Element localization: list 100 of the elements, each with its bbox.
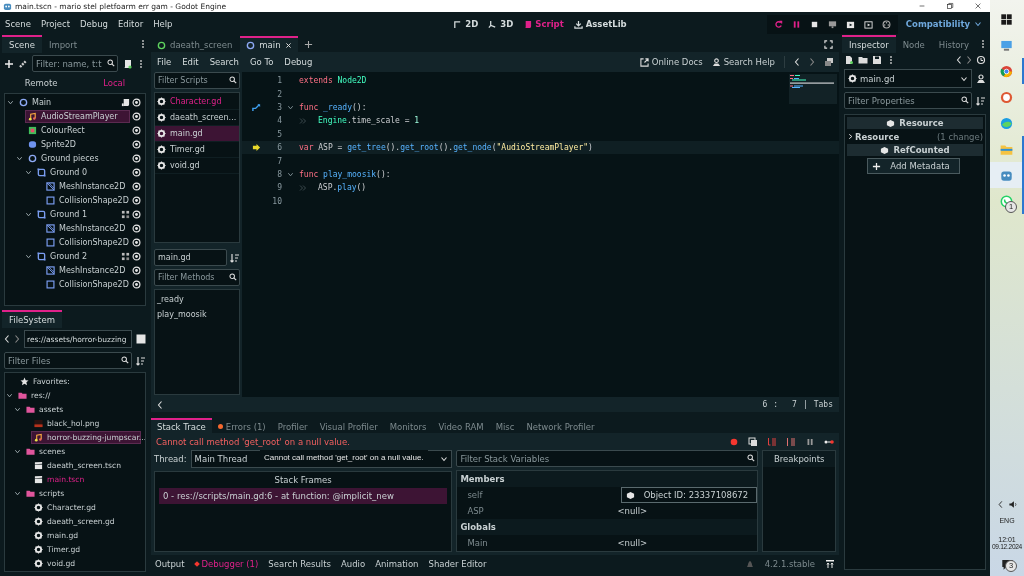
filter-field[interactable]: Filter Files (4, 352, 132, 369)
reload-icon[interactable] (773, 19, 783, 29)
movie-reel-icon[interactable] (881, 19, 891, 29)
tab[interactable]: Visual Profiler (313, 418, 384, 433)
caret-icon[interactable] (14, 405, 21, 413)
property-group[interactable]: Resource (1 change) (847, 131, 983, 142)
help-button[interactable]: Online Docs (639, 57, 703, 67)
workspace-tab[interactable]: 3D (488, 19, 514, 29)
method-item[interactable]: _ready (157, 292, 237, 307)
chevron-icon[interactable] (996, 500, 1004, 509)
bottom-tab[interactable]: Debugger (1) (194, 558, 259, 569)
workspace-tab[interactable]: 2D (453, 19, 479, 29)
link-icon[interactable] (18, 58, 28, 69)
tab[interactable]: daeath_screen (151, 36, 239, 52)
new-file-icon[interactable] (844, 55, 854, 65)
tree-item[interactable]: CollisionShape2D (43, 235, 130, 249)
tree-item[interactable]: Main (16, 95, 119, 109)
menu-item[interactable]: Edit (181, 55, 200, 69)
step-into-icon[interactable] (767, 436, 777, 447)
caret-icon[interactable] (14, 447, 21, 455)
tree-item[interactable]: Ground 0 (34, 165, 130, 179)
grid-icon[interactable] (121, 209, 130, 219)
menu-item[interactable]: Go To (248, 55, 275, 69)
tab[interactable]: Inspector (842, 35, 896, 53)
bottom-tab[interactable]: Output (155, 558, 185, 569)
back-icon[interactable] (956, 55, 962, 65)
collapse-icon[interactable] (157, 399, 163, 410)
tab[interactable]: Video RAM (432, 418, 490, 433)
caret-icon[interactable] (14, 489, 21, 497)
menu-item[interactable]: Debug (79, 17, 109, 31)
add-metadata-button[interactable]: Add Metadata (867, 158, 960, 174)
resource-dropdown[interactable]: main.gd (844, 69, 972, 88)
add-icon[interactable] (4, 58, 14, 69)
script-name-field[interactable]: main.gd (154, 249, 227, 266)
filter-field[interactable]: Filter: name, t:t (32, 55, 118, 72)
back-icon[interactable] (4, 334, 10, 344)
pin-panel-icon[interactable] (825, 558, 835, 569)
menu-item[interactable]: Help (152, 17, 174, 31)
caret-icon[interactable] (25, 168, 32, 176)
tree-item[interactable]: MeshInstance2D (43, 221, 130, 235)
fold-icon[interactable] (287, 103, 294, 111)
history-icon[interactable] (976, 55, 986, 65)
tab[interactable]: Misc (489, 418, 521, 433)
fullscreen-icon[interactable] (824, 39, 833, 49)
help-button[interactable]: Search Help (711, 57, 775, 67)
add-tab-icon[interactable] (303, 39, 313, 49)
filter-field[interactable]: Filter Methods (154, 269, 240, 286)
tree-item[interactable]: ColourRect (25, 123, 130, 137)
windows-icon[interactable] (824, 57, 834, 67)
monitor-icon[interactable] (827, 19, 837, 29)
tree-item[interactable]: CollisionShape2D (43, 193, 130, 207)
pause-icon[interactable] (791, 19, 801, 29)
tab[interactable]: Profiler (271, 418, 314, 433)
save-icon[interactable] (872, 55, 882, 65)
object-button[interactable]: Object ID: 23337108672 (621, 487, 758, 503)
menu-item[interactable]: Scene (4, 17, 32, 31)
tab[interactable]: main (240, 36, 298, 52)
play-scene-icon[interactable] (845, 19, 855, 29)
script-item[interactable]: Character.gd (155, 94, 239, 110)
record-icon[interactable] (729, 436, 739, 447)
stack-frame[interactable]: 0 - res://scripts/main.gd:6 - at function: @implicit_new (159, 488, 448, 504)
forward-icon[interactable] (809, 57, 815, 67)
method-item[interactable]: play_moosik (157, 307, 237, 322)
script-item[interactable]: Timer.gd (155, 142, 239, 158)
tab[interactable]: Monitors (383, 418, 433, 433)
tree-item[interactable]: Sprite2D (25, 137, 130, 151)
speaker-icon[interactable] (1007, 500, 1018, 509)
menu-item[interactable]: File (156, 55, 173, 69)
mode-tab[interactable]: Local (93, 78, 136, 88)
tab[interactable]: Errors (1) (211, 418, 272, 433)
caret-icon[interactable] (25, 210, 32, 218)
folder-icon[interactable] (858, 55, 868, 65)
tab[interactable]: FileSystem (2, 310, 62, 328)
sort-icon[interactable] (976, 95, 986, 106)
forward-icon[interactable] (14, 334, 20, 344)
sort-icon[interactable] (136, 355, 146, 366)
play-custom-icon[interactable] (863, 19, 873, 29)
script-add-icon[interactable] (122, 58, 132, 69)
fold-icon[interactable] (287, 170, 294, 178)
help-search-icon[interactable] (976, 73, 986, 84)
tab[interactable]: Scene (2, 35, 42, 53)
caret-icon[interactable] (25, 252, 32, 260)
stop-icon[interactable] (809, 19, 819, 29)
copy-icon[interactable] (748, 436, 758, 447)
version-label[interactable]: 4.2.1.stable (764, 558, 815, 569)
mode-tab[interactable]: Remote (14, 78, 68, 88)
restore-icon[interactable] (946, 2, 954, 10)
tab[interactable]: History (931, 35, 977, 53)
filter-field[interactable]: Filter Properties (844, 92, 972, 109)
renderer-dropdown[interactable]: Compatibility (905, 19, 986, 29)
split-view-icon[interactable] (136, 334, 146, 344)
menu-item[interactable]: Search (208, 55, 240, 69)
caret-icon[interactable] (6, 391, 13, 399)
tab[interactable]: Import (41, 35, 85, 53)
script-item[interactable]: main.gd (155, 126, 239, 142)
bottom-tab[interactable]: Shader Editor (428, 558, 487, 569)
sort-icon[interactable] (230, 252, 240, 263)
menu-item[interactable]: Debug (283, 55, 314, 69)
back-icon[interactable] (794, 57, 800, 67)
signal-icon[interactable] (251, 102, 261, 112)
